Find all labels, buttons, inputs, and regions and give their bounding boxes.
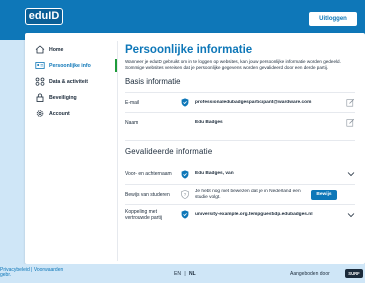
name-value: Edu Badges [195,119,223,125]
email-row: E-mail professionaledubadgesparticipant@… [125,92,355,112]
chevron-down-icon[interactable] [339,212,355,218]
sidebar-item-home[interactable]: Home [33,43,115,56]
sidebar-nav: Home Persoonlijke info Data & activiteit… [33,43,117,123]
lang-separator: | [184,271,186,277]
prove-student-button[interactable]: Bewijs [311,189,337,200]
id-card-icon [35,62,45,69]
sidebar-item-security[interactable]: Beveiliging [33,91,115,104]
sidebar-item-personal-info[interactable]: Persoonlijke info [33,59,117,72]
student-proof-row: Bewijs van studeren ? Je hebt nog niet b… [125,184,355,204]
sidebar-item-data-activity[interactable]: Data & activiteit [33,75,115,88]
sidebar-item-label: Beveiliging [49,94,77,101]
intro-text: Wanneer je eduID gebruikt om in te logge… [125,59,341,71]
student-proof-value: Je hebt nog niet bewezen dat je in Neder… [195,188,301,200]
gear-icon [36,110,44,117]
fullname-value: Edu Badges, van [195,171,234,177]
sidebar-item-label: Home [49,46,64,53]
sidebar-divider [117,41,118,261]
edit-email-button[interactable] [339,98,355,107]
lock-icon [36,93,44,102]
surf-logo[interactable]: SURF [345,269,363,278]
verified-shield-icon [181,97,195,109]
sidebar-item-label: Persoonlijke info [49,62,91,69]
sidebar-item-label: Account [49,110,70,117]
logout-button[interactable]: Uitloggen [309,12,357,26]
home-icon [35,45,45,54]
fullname-row[interactable]: Voor- en achternaam Edu Badges, van [125,164,355,184]
svg-text:?: ? [184,193,187,198]
verified-shield-icon [181,209,195,221]
eduid-logo[interactable]: eduID [25,8,63,25]
edit-icon [346,119,355,127]
basic-info-heading: Basis informatie [125,77,181,87]
verified-shield-icon [181,168,195,180]
footer: Privacybeleid | Voorwaarden gebr. EN | N… [0,264,365,283]
trusted-party-label: Koppeling met vertrouwde partij [125,208,162,221]
page-title: Persoonlijke informatie [125,44,253,56]
trusted-party-row[interactable]: Koppeling met vertrouwde partij universi… [125,204,355,224]
content-card: Home Persoonlijke info Data & activiteit… [25,33,365,264]
unverified-shield-icon: ? [181,189,195,201]
validated-info-heading: Gevalideerde informatie [125,140,355,156]
chevron-down-icon[interactable] [339,171,355,177]
lang-nl[interactable]: NL [189,271,196,277]
name-row: Naam Edu Badges [125,112,355,132]
name-label: Naam [125,119,139,126]
email-label: E-mail [125,99,140,106]
student-proof-label: Bewijs van studeren [125,191,170,198]
sidebar-item-label: Data & activiteit [49,78,88,85]
footer-links[interactable]: Privacybeleid | Voorwaarden gebr. [0,268,63,278]
sidebar-item-account[interactable]: Account [33,107,115,120]
lang-en[interactable]: EN [174,271,181,277]
main-content: Persoonlijke informatie Wanneer je eduID… [125,41,355,224]
powered-by: Aangeboden door [290,271,330,277]
fullname-label: Voor- en achternaam [125,171,172,178]
edit-icon [346,99,355,107]
language-switcher[interactable]: EN | NL [174,271,196,277]
edit-name-button[interactable] [339,118,355,127]
trusted-party-value: university-example.org.tempguestidp.edub… [195,211,313,217]
email-value: professionaledubadgesparticipant@wardwar… [195,99,312,105]
data-icon [35,77,45,86]
